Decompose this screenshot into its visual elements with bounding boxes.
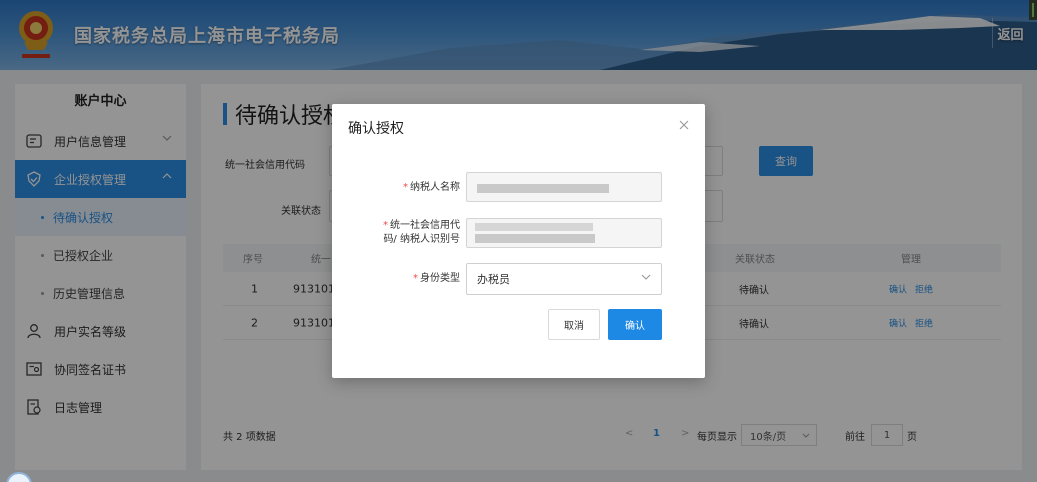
label-text: 身份类型 [420,273,460,284]
taxpayer-name-label: * 纳税人名称 [403,181,460,195]
dialog-title: 确认授权 [348,121,404,137]
confirm-auth-dialog: 确认授权 * 纳税人名称 * 统一社会信用代 码/ 纳税人识别号 * 身份类型 办税员… [332,104,705,378]
redacted-value [475,223,593,231]
close-icon[interactable] [677,118,691,132]
required-mark: * [413,273,418,284]
credit-code-field [466,218,662,248]
taxpayer-name-field [466,172,662,202]
required-mark: * [403,182,408,193]
redacted-value [477,184,609,193]
chevron-down-icon [641,274,651,280]
redacted-value [475,234,595,243]
label-text: 纳税人名称 [410,182,460,193]
confirm-button[interactable]: 确认 [608,309,662,340]
identity-type-select[interactable]: 办税员 [466,263,662,295]
required-mark: * [383,220,388,231]
identity-type-label: * 身份类型 [413,272,460,286]
label-text: 统一社会信用代 [390,220,460,231]
credit-code-label: * 统一社会信用代 码/ 纳税人识别号 [383,219,460,247]
cancel-button[interactable]: 取消 [548,309,600,340]
identity-type-value: 办税员 [477,273,510,286]
label-text: 码/ 纳税人识别号 [383,234,460,245]
